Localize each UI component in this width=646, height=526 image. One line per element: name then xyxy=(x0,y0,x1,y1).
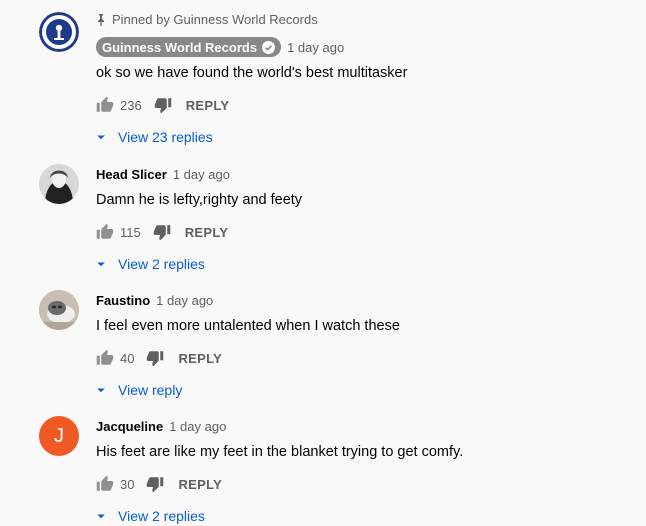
view-replies-label: View 2 replies xyxy=(118,256,205,272)
pinned-label: Pinned by Guinness World Records xyxy=(112,12,318,27)
comment-text: Damn he is lefty,righty and feety xyxy=(96,192,303,208)
reply-button[interactable]: REPLY xyxy=(178,477,222,492)
caret-down-icon xyxy=(97,262,105,267)
view-replies-button[interactable]: View 2 replies xyxy=(92,506,636,526)
view-replies-label: View reply xyxy=(118,382,183,398)
author-name[interactable]: Head Slicer xyxy=(96,167,167,182)
like-count: 115 xyxy=(120,224,141,240)
author-name-text: Guinness World Records xyxy=(102,39,258,55)
avatar[interactable]: J xyxy=(39,416,79,456)
thumbs-up-icon[interactable] xyxy=(96,349,114,367)
comment-text: His feet are like my feet in the blanket… xyxy=(96,444,464,460)
caret-down-icon xyxy=(97,514,105,519)
comment-timestamp[interactable]: 1 day ago xyxy=(156,293,213,308)
reply-button[interactable]: REPLY xyxy=(186,98,230,113)
verified-check-icon xyxy=(262,40,276,54)
like-count: 236 xyxy=(120,97,142,113)
reply-button[interactable]: REPLY xyxy=(185,225,229,240)
comment-text: I feel even more untalented when I watch… xyxy=(96,318,400,334)
pin-icon xyxy=(98,13,104,26)
thumbs-up-icon[interactable] xyxy=(96,96,114,114)
thumbs-up-icon[interactable] xyxy=(96,475,114,493)
comment-timestamp[interactable]: 1 day ago xyxy=(173,167,230,182)
author-name[interactable]: Jacqueline xyxy=(96,419,163,434)
thumbs-up-icon[interactable] xyxy=(96,223,114,241)
avatar-letter: J xyxy=(54,424,64,447)
author-name[interactable]: Faustino xyxy=(96,293,150,308)
profile-photo-icon xyxy=(39,290,79,330)
view-replies-button[interactable]: View 23 replies xyxy=(92,127,636,147)
thumbs-down-icon[interactable] xyxy=(146,475,164,493)
thumbs-down-icon[interactable] xyxy=(154,96,172,114)
comment-timestamp[interactable]: 1 day ago xyxy=(287,40,344,55)
profile-photo-icon xyxy=(39,164,79,204)
avatar[interactable] xyxy=(39,12,79,52)
avatar[interactable] xyxy=(39,164,79,204)
author-name[interactable]: Guinness World Records xyxy=(96,37,282,57)
pinned-indicator: Pinned by Guinness World Records xyxy=(96,12,318,27)
caret-down-icon xyxy=(97,388,105,393)
comment-text: ok so we have found the world's best mul… xyxy=(96,65,408,81)
caret-down-icon xyxy=(97,135,105,140)
view-replies-button[interactable]: View 2 replies xyxy=(92,254,636,274)
reply-button[interactable]: REPLY xyxy=(178,351,222,366)
comment-timestamp[interactable]: 1 day ago xyxy=(169,419,226,434)
view-replies-button[interactable]: View reply xyxy=(92,380,636,400)
thumbs-down-icon[interactable] xyxy=(153,223,171,241)
view-replies-label: View 2 replies xyxy=(118,508,205,524)
view-replies-label: View 23 replies xyxy=(118,129,213,145)
thumbs-down-icon[interactable] xyxy=(146,349,164,367)
like-count: 30 xyxy=(120,476,135,492)
like-count: 40 xyxy=(120,350,135,366)
guinness-logo-icon xyxy=(39,12,79,52)
avatar[interactable] xyxy=(39,290,79,330)
